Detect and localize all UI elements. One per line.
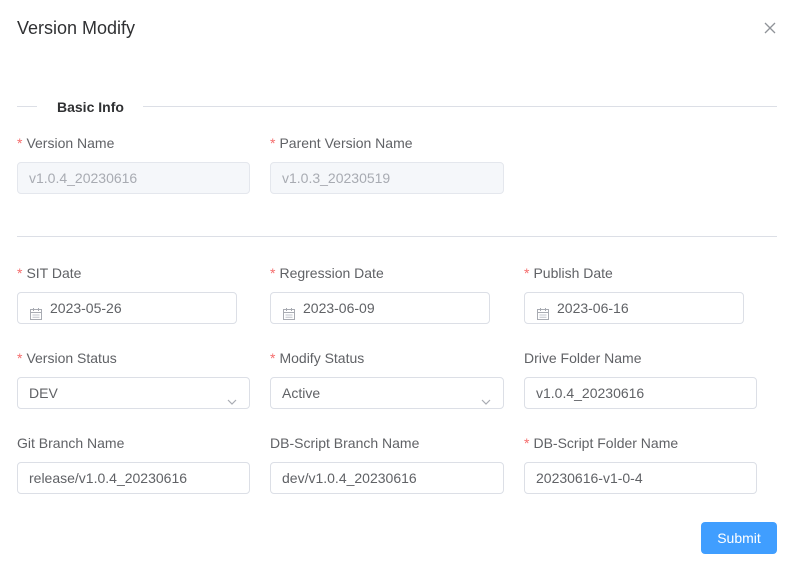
label-publish-date: * Publish Date	[524, 265, 613, 281]
section-title-basic-info: Basic Info	[57, 99, 124, 115]
regression-date-picker[interactable]: 2023-06-09	[270, 292, 490, 324]
git-branch-name-input[interactable]: release/v1.0.4_20230616	[17, 462, 250, 494]
label-db-script-branch-name: DB-Script Branch Name	[270, 435, 420, 451]
modify-status-select[interactable]: Active	[270, 377, 504, 409]
label-version-name: * Version Name	[17, 135, 115, 151]
dialog-title: Version Modify	[17, 18, 136, 38]
label-modify-status: * Modify Status	[270, 350, 365, 366]
required-mark: *	[270, 265, 276, 281]
chevron-down-icon	[480, 388, 492, 405]
label-sit-date: * SIT Date	[17, 265, 82, 281]
required-mark: *	[17, 135, 23, 151]
calendar-icon	[29, 301, 43, 320]
label-parent-version-name: * Parent Version Name	[270, 135, 413, 151]
publish-date-picker[interactable]: 2023-06-16	[524, 292, 744, 324]
submit-button[interactable]: Submit	[701, 522, 777, 554]
required-mark: *	[524, 435, 530, 451]
label-drive-folder-name: Drive Folder Name	[524, 350, 642, 366]
version-modify-dialog: Version Modify Basic Info * Version Name …	[0, 0, 795, 570]
drive-folder-name-input[interactable]: v1.0.4_20230616	[524, 377, 757, 409]
required-mark: *	[524, 265, 530, 281]
calendar-icon	[282, 301, 296, 320]
version-status-select[interactable]: DEV	[17, 377, 250, 409]
chevron-down-icon	[226, 388, 238, 405]
required-mark: *	[17, 350, 23, 366]
required-mark: *	[270, 350, 276, 366]
db-script-folder-name-input[interactable]: 20230616-v1-0-4	[524, 462, 757, 494]
divider-line-left	[17, 106, 37, 107]
required-mark: *	[270, 135, 276, 151]
parent-version-name-input[interactable]: v1.0.3_20230519	[270, 162, 504, 194]
label-git-branch-name: Git Branch Name	[17, 435, 125, 451]
label-db-script-folder-name: * DB-Script Folder Name	[524, 435, 679, 451]
label-version-status: * Version Status	[17, 350, 117, 366]
sit-date-picker[interactable]: 2023-05-26	[17, 292, 237, 324]
required-mark: *	[17, 265, 23, 281]
section-divider	[17, 236, 777, 237]
db-script-branch-name-input[interactable]: dev/v1.0.4_20230616	[270, 462, 504, 494]
label-regression-date: * Regression Date	[270, 265, 384, 281]
close-icon[interactable]	[762, 20, 778, 36]
version-name-input[interactable]: v1.0.4_20230616	[17, 162, 250, 194]
calendar-icon	[536, 301, 550, 320]
divider-line-right	[143, 106, 777, 107]
